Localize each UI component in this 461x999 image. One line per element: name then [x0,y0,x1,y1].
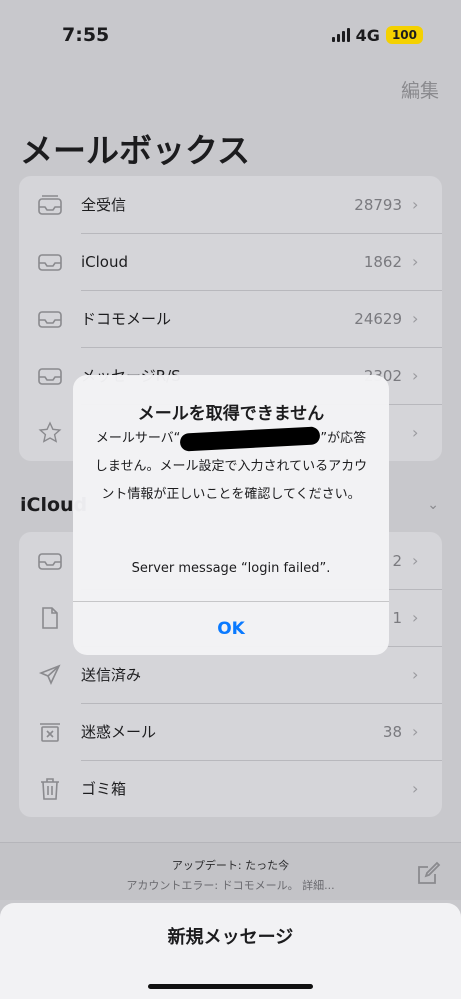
folder-count: 38 [382,722,402,741]
chevron-right-icon: › [412,551,419,570]
home-indicator[interactable] [148,984,313,989]
alert-server-message: Server message “login failed”. [131,561,331,576]
chevron-right-icon: › [412,722,419,741]
chevron-right-icon: › [412,665,419,684]
compose-icon[interactable] [415,861,441,891]
update-status: アップデート: たった今 [171,859,290,872]
mailbox-label: iCloud [81,252,129,271]
trash-icon [19,777,81,801]
bottom-toolbar: アップデート: たった今 アカウントエラー: ドコモメール。 詳細... [0,842,461,900]
star-icon [19,420,81,445]
folder-label: 送信済み [81,666,142,684]
chevron-right-icon: › [412,779,419,798]
mailbox-label: 全受信 [81,196,127,214]
document-icon [19,606,81,630]
tray-icon [19,309,81,329]
tray-icon [19,551,81,571]
chevron-right-icon: › [412,309,419,328]
alert-title: メールを取得できません [137,404,325,424]
redacted-server-name [180,425,321,452]
mailbox-count: 28793 [354,195,402,214]
tray-icon [19,252,81,272]
account-error-status[interactable]: アカウントエラー: ドコモメール。 詳細... [0,877,461,893]
sheet-title: 新規メッセージ [167,927,294,948]
ok-button[interactable]: OK [73,602,389,655]
mailbox-label: ドコモメール [81,310,172,328]
chevron-right-icon: › [412,608,419,627]
edit-button[interactable]: 編集 [401,76,439,103]
folder-count: 2 [392,551,402,570]
chevron-right-icon: › [412,366,419,385]
page-title: メールボックス [20,131,251,170]
paper-plane-icon [19,663,81,687]
folder-row-trash[interactable]: ゴミ箱 › [19,760,442,817]
signal-strength-icon [331,28,350,42]
alert-message-prefix: メールサーバ“ [95,431,181,446]
folder-label: 迷惑メール [81,723,157,741]
chevron-right-icon: › [412,252,419,271]
folder-row-junk[interactable]: 迷惑メール 38 › [19,703,442,760]
mailbox-row-docomo[interactable]: ドコモメール 24629 › [19,290,442,347]
status-bar: 7:55 4G 100 [0,0,461,70]
chevron-right-icon: › [412,195,419,214]
tray-icon [19,366,81,386]
mailbox-count: 1862 [363,252,402,271]
chevron-down-icon: ⌄ [427,497,439,513]
junk-box-icon [19,721,81,743]
status-time: 7:55 [62,24,110,46]
tray-stack-icon [19,194,81,216]
new-message-sheet[interactable]: 新規メッセージ [0,903,461,999]
folder-label: ゴミ箱 [81,780,127,798]
network-type: 4G [355,25,380,45]
mailbox-row-icloud[interactable]: iCloud 1862 › [19,233,442,290]
folder-count: 1 [392,608,402,627]
status-indicators: 4G 100 [331,25,423,45]
mailbox-row-all-inboxes[interactable]: 全受信 28793 › [19,176,442,233]
chevron-right-icon: › [412,423,419,442]
battery-indicator: 100 [385,26,423,44]
error-alert: メールを取得できません メールサーバ“ ”が応答しません。メール設定で入力されてい… [73,375,389,655]
mailbox-count: 24629 [354,309,402,328]
alert-message: メールサーバ“ ”が応答しません。メール設定で入力されているアカウント情報が正しい… [93,425,369,509]
